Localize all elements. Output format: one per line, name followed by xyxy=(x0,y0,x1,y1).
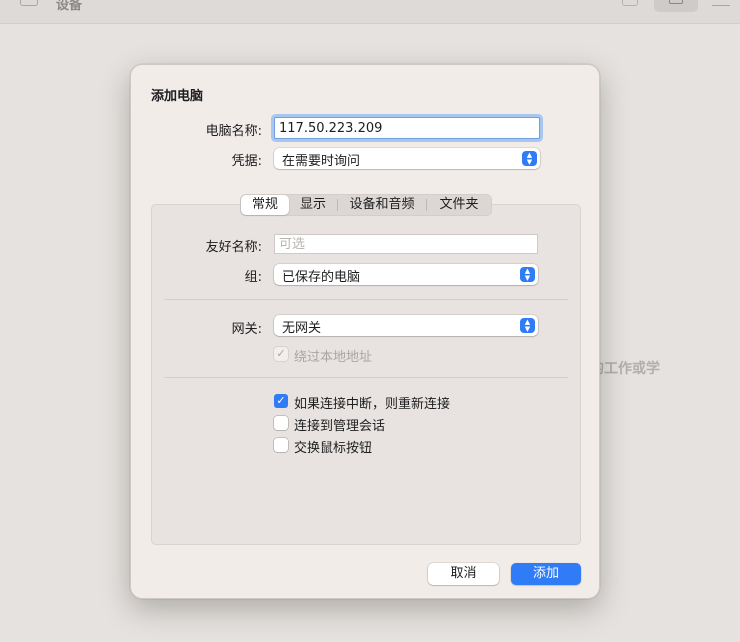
chevron-updown-icon: ▲ ▼ xyxy=(520,267,535,282)
friendly-name-input[interactable] xyxy=(274,234,538,254)
chevron-updown-icon: ▲ ▼ xyxy=(522,151,537,166)
tab-folders[interactable]: 文件夹 xyxy=(427,195,491,215)
divider xyxy=(164,299,568,300)
add-button[interactable]: 添加 xyxy=(511,563,581,585)
grid-view-button[interactable] xyxy=(654,0,698,12)
sidebar-toggle-icon[interactable] xyxy=(20,0,38,6)
bypass-local-label: 绕过本地地址 xyxy=(294,350,373,365)
reconnect-label: 如果连接中断，则重新连接 xyxy=(294,397,451,412)
tab-devices-audio[interactable]: 设备和音频 xyxy=(338,195,426,215)
list-view-icon[interactable] xyxy=(712,0,730,6)
add-pc-dialog: 添加电脑 电脑名称: 凭据: 在需要时询问 ▲▼ 常规 显示 设备和音频 文件夹… xyxy=(130,64,600,599)
tab-display[interactable]: 显示 xyxy=(289,195,337,215)
swap-mouse-label: 交换鼠标按钮 xyxy=(294,441,373,456)
background-hint-text: 的工作或学 xyxy=(590,361,660,377)
admin-session-label: 连接到管理会话 xyxy=(294,419,386,434)
settings-group-box xyxy=(151,204,581,545)
credentials-select[interactable]: 在需要时询问 ▲ ▼ xyxy=(274,148,540,169)
group-label: 组: xyxy=(244,270,262,285)
tab-general[interactable]: 常规 xyxy=(241,195,289,215)
gateway-value: 无网关 xyxy=(282,321,322,336)
friendly-name-label: 友好名称: xyxy=(205,240,262,255)
gateway-select[interactable]: 无网关 ▲ ▼ xyxy=(274,315,538,336)
grid-view-icon xyxy=(669,0,683,4)
group-select[interactable]: 已保存的电脑 ▲ ▼ xyxy=(274,264,538,285)
dialog-title: 添加电脑 xyxy=(151,89,204,104)
app-toolbar: 设备 xyxy=(0,0,740,24)
credentials-label: 凭据: xyxy=(231,154,262,169)
gateway-label: 网关: xyxy=(231,322,262,337)
cancel-button[interactable]: 取消 xyxy=(428,563,499,585)
group-value: 已保存的电脑 xyxy=(282,270,361,285)
reconnect-checkbox[interactable]: ✓ xyxy=(274,394,288,408)
chevron-updown-icon: ▲ ▼ xyxy=(520,318,535,333)
credentials-value: 在需要时询问 xyxy=(282,154,361,169)
bypass-local-checkbox[interactable]: ✓ xyxy=(274,347,288,361)
pc-name-label: 电脑名称: xyxy=(205,124,262,139)
app-title: 设备 xyxy=(56,0,83,13)
pc-name-input[interactable] xyxy=(274,117,540,139)
tab-bar: 常规 显示 设备和音频 文件夹 xyxy=(240,194,492,216)
swap-mouse-checkbox[interactable] xyxy=(274,438,288,452)
notification-icon[interactable] xyxy=(622,0,638,6)
admin-session-checkbox[interactable] xyxy=(274,416,288,430)
divider xyxy=(164,377,568,378)
